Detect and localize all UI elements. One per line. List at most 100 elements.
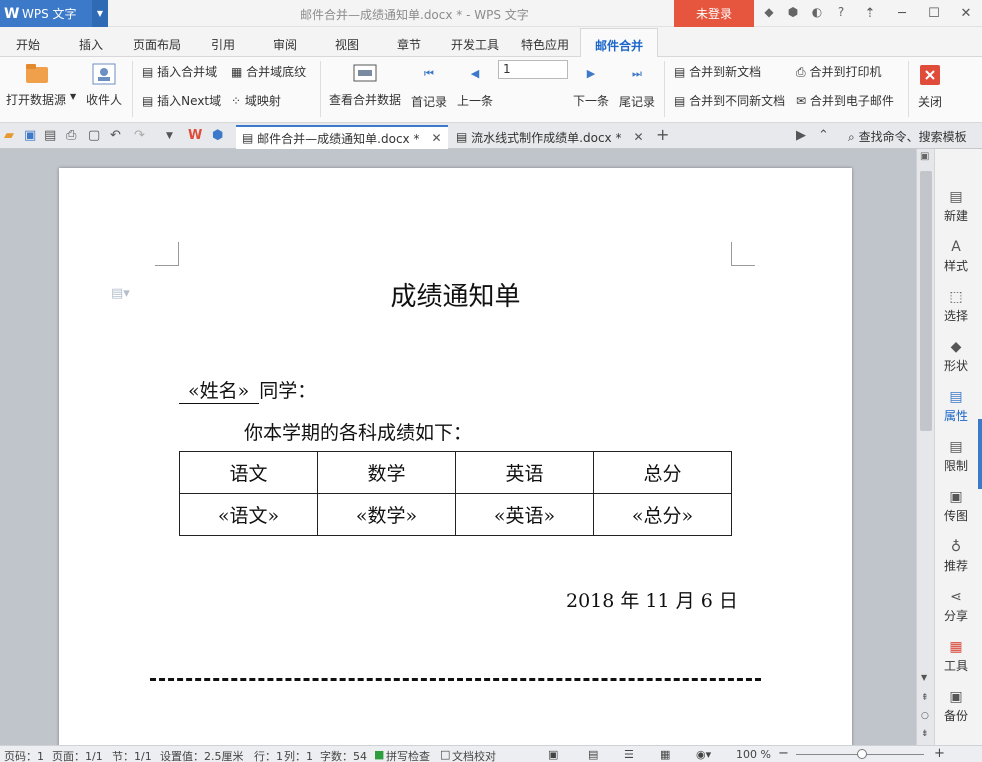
status-word-count[interactable]: 字数：54	[320, 748, 367, 762]
last-record-button[interactable]: ⏭ 尾记录	[619, 67, 655, 110]
minimize-icon[interactable]: ─	[886, 0, 918, 27]
tab-view[interactable]: 视图	[335, 36, 359, 53]
close-tab-icon[interactable]: ✕	[431, 131, 441, 145]
checkbox-icon[interactable]: □	[440, 748, 450, 761]
present-icon[interactable]: ▶	[796, 128, 806, 143]
web-view-icon[interactable]: ◉▾	[696, 748, 711, 761]
merge-field-cell[interactable]: «语文»	[179, 493, 318, 536]
tab-review[interactable]: 审阅	[273, 36, 297, 53]
merge-field-cell[interactable]: «数学»	[317, 493, 456, 536]
merge-field-shading-button[interactable]: ▦ 合并域底纹	[231, 63, 306, 80]
tab-features[interactable]: 特色应用	[521, 36, 569, 53]
close-merge-button[interactable]: 关闭	[918, 65, 942, 110]
previous-page-icon[interactable]: ⇞	[921, 693, 929, 703]
outline-view-icon[interactable]: ☰	[624, 748, 634, 761]
cube-icon[interactable]: ⬢	[784, 5, 802, 19]
side-shape-button[interactable]: ◆ 形状	[935, 339, 977, 374]
merge-field-cell[interactable]: «英语»	[455, 493, 594, 536]
help-button[interactable]: ?	[832, 5, 850, 19]
chevron-down-icon[interactable]: ▼	[166, 131, 173, 141]
page-view-icon[interactable]: ▤	[588, 748, 598, 761]
merge-field-cell[interactable]: «总分»	[593, 493, 732, 536]
vertical-scrollbar[interactable]: ▣ ▼ ⇞ ○ ⇟	[916, 149, 934, 745]
first-record-button[interactable]: ⏮ 首记录	[411, 67, 447, 110]
printer-icon: ⎙	[796, 65, 806, 79]
spellcheck-toggle[interactable]: 拼写检查	[386, 748, 430, 762]
next-page-icon[interactable]: ⇟	[921, 729, 929, 739]
save-icon[interactable]: ▣	[24, 128, 36, 143]
cursor-icon: ⬚	[949, 289, 963, 305]
next-record-button[interactable]: ▶ 下一条	[573, 67, 609, 109]
insert-next-field-button[interactable]: ▤ 插入Next域	[142, 92, 221, 109]
side-new-button[interactable]: ▤ 新建	[935, 189, 977, 224]
close-icon[interactable]: ✕	[950, 0, 982, 27]
tab-start[interactable]: 开始	[16, 36, 40, 53]
side-backup-button[interactable]: ▣ 备份	[935, 689, 977, 724]
tab-insert[interactable]: 插入	[79, 36, 103, 53]
side-style-button[interactable]: A 样式	[935, 239, 977, 274]
reading-view-icon[interactable]: ▦	[660, 748, 670, 761]
scrollbar-thumb[interactable]	[920, 171, 932, 431]
side-recommend-button[interactable]: ♁ 推荐	[935, 539, 977, 574]
feedback-icon[interactable]: ◐	[808, 5, 826, 19]
previous-icon: ◀	[470, 67, 480, 80]
login-button[interactable]: 未登录	[674, 0, 754, 27]
doc-proof-toggle[interactable]: 文档校对	[452, 748, 496, 762]
open-icon[interactable]: ▰	[4, 128, 14, 143]
insert-merge-field-button[interactable]: ▤ 插入合并域	[142, 63, 217, 80]
tab-developer[interactable]: 开发工具	[451, 36, 499, 53]
chevron-down-icon[interactable]: ▼	[70, 92, 76, 101]
tab-references[interactable]: 引用	[211, 36, 235, 53]
maximize-icon[interactable]: ☐	[918, 0, 950, 27]
document-icon: ▤	[456, 130, 468, 144]
side-share-button[interactable]: ⋖ 分享	[935, 589, 977, 624]
scroll-down-icon[interactable]: ▼	[921, 673, 927, 682]
record-number-input[interactable]: 1	[498, 60, 568, 79]
document-page[interactable]: ▤▾ 成绩通知单 «姓名» 同学： 你本学期的各科成绩如下： 语文 数学 英语 总…	[59, 168, 852, 745]
recipients-button[interactable]: 收件人	[86, 61, 122, 108]
merge-to-new-doc-button[interactable]: ▤ 合并到新文档	[674, 63, 761, 80]
zoom-slider-handle[interactable]	[857, 749, 867, 759]
print-preview-icon[interactable]: ▢	[88, 128, 100, 143]
open-datasource-button[interactable]: 打开数据源	[6, 61, 66, 108]
tab-mail-merge[interactable]: 邮件合并	[580, 28, 659, 58]
focus-mode-icon[interactable]: ▣	[548, 748, 558, 761]
chevron-down-icon[interactable]: ▼	[92, 0, 108, 27]
tab-page-layout[interactable]: 页面布局	[133, 36, 181, 53]
side-restrict-button[interactable]: ▤ 限制	[935, 439, 977, 474]
tab-chapter[interactable]: 章节	[397, 36, 421, 53]
undo-icon[interactable]: ↶	[110, 128, 121, 143]
command-search[interactable]: ⌕ 查找命令、搜索模板	[848, 128, 967, 145]
cube-icon[interactable]: ⬢	[212, 128, 223, 143]
new-tab-icon[interactable]: +	[656, 125, 669, 144]
previous-record-button[interactable]: ◀ 上一条	[457, 67, 493, 109]
app-menu-button[interactable]: W WPS 文字 ▼	[0, 0, 108, 27]
table-header-cell: 数学	[317, 451, 456, 494]
name-merge-field[interactable]: «姓名»	[179, 376, 260, 404]
browse-object-icon[interactable]: ○	[921, 711, 929, 721]
doc-tab-active[interactable]: ▤ 邮件合并—成绩通知单.docx * ✕	[236, 125, 448, 149]
side-properties-button[interactable]: ▤ 属性	[935, 389, 977, 424]
doc-tab[interactable]: ▤ 流水线式制作成绩单.docx * ✕	[450, 125, 654, 149]
side-tools-button[interactable]: ▦ 工具	[935, 639, 977, 674]
zoom-out-icon[interactable]: −	[778, 746, 789, 761]
close-tab-icon[interactable]: ✕	[633, 130, 643, 144]
view-merged-data-button[interactable]: 查看合并数据	[329, 63, 401, 108]
print-icon[interactable]: ⎙	[66, 128, 76, 143]
zoom-level[interactable]: 100 %	[736, 748, 771, 761]
side-upload-image-button[interactable]: ▣ 传图	[935, 489, 977, 524]
redo-icon[interactable]: ↷	[134, 128, 145, 143]
skin-icon[interactable]: ◆	[760, 5, 778, 19]
field-mapping-button[interactable]: ⁘ 域映射	[231, 92, 281, 109]
collapse-icon[interactable]: ⌃	[818, 128, 829, 143]
export-pdf-icon[interactable]: ▤	[44, 128, 56, 143]
merge-to-printer-button[interactable]: ⎙ 合并到打印机	[796, 63, 881, 80]
merge-to-email-button[interactable]: ✉ 合并到电子邮件	[796, 92, 894, 109]
collapse-ribbon-icon[interactable]: ⇡	[854, 0, 886, 27]
side-select-button[interactable]: ⬚ 选择	[935, 289, 977, 324]
merge-to-separate-docs-button[interactable]: ▤ 合并到不同新文档	[674, 92, 785, 109]
document-workspace: ▤▾ 成绩通知单 «姓名» 同学： 你本学期的各科成绩如下： 语文 数学 英语 总…	[0, 149, 916, 745]
split-icon[interactable]: ▣	[920, 151, 929, 162]
zoom-in-icon[interactable]: +	[934, 746, 945, 761]
wps-home-icon[interactable]: W	[188, 128, 202, 143]
